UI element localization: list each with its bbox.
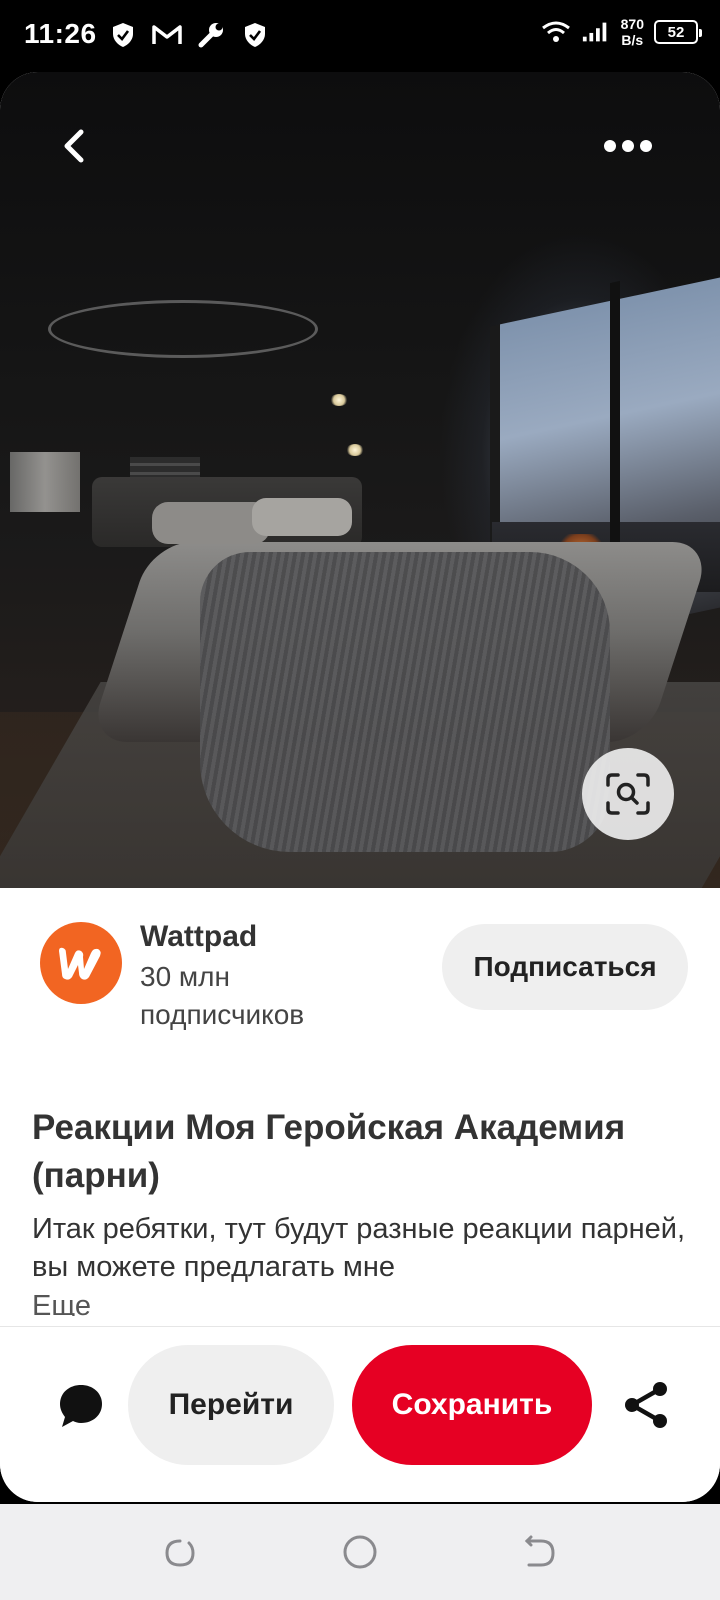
back-button[interactable]: [44, 116, 104, 176]
wifi-icon: [541, 17, 571, 47]
wrench-icon: [196, 20, 226, 50]
pin-title: Реакции Моя Геройская Академия (парни): [32, 1108, 626, 1195]
net-speed-unit: B/s: [621, 32, 644, 48]
pin-description: Итак ребятки, тут будут разные реакции п…: [32, 1213, 686, 1283]
save-button[interactable]: Сохранить: [352, 1345, 592, 1465]
battery-level: 52: [667, 23, 685, 41]
home-icon: [343, 1535, 377, 1569]
comment-button[interactable]: [54, 1379, 108, 1433]
creator-row: Wattpad 30 млн подписчиков Подписаться: [0, 888, 720, 1058]
back-chevron-icon: [64, 129, 84, 163]
comment-bubble-icon: [60, 1385, 102, 1427]
more-options-button[interactable]: [598, 116, 658, 176]
network-speed: 870 B/s: [621, 16, 644, 48]
wattpad-logo-icon: [59, 947, 101, 980]
more-dots-icon: [604, 140, 652, 152]
back-nav-button[interactable]: [520, 1532, 560, 1572]
gmail-icon: [152, 20, 182, 50]
status-bar: 11:26 870 B/s 52: [0, 0, 720, 72]
net-speed-value: 870: [620, 16, 644, 32]
visual-search-icon: [606, 773, 650, 815]
show-more-link[interactable]: Еще: [32, 1282, 91, 1316]
system-nav-bar: [0, 1504, 720, 1600]
visit-button[interactable]: Перейти: [128, 1345, 334, 1465]
signal-icon: [581, 17, 611, 47]
home-button[interactable]: [340, 1532, 380, 1572]
creator-name[interactable]: Wattpad: [140, 920, 257, 954]
pin-image[interactable]: [0, 72, 720, 888]
action-bar: Перейти Сохранить: [0, 1326, 720, 1502]
shield-icon: [240, 20, 270, 50]
recents-icon: [165, 1539, 195, 1567]
share-button[interactable]: [618, 1377, 674, 1433]
share-icon: [625, 1382, 667, 1428]
visual-search-button[interactable]: [582, 748, 674, 840]
notification-icons: [108, 20, 270, 50]
system-icons: 870 B/s 52: [541, 16, 702, 48]
creator-avatar[interactable]: [40, 922, 122, 1004]
recents-button[interactable]: [160, 1532, 200, 1572]
status-time: 11:26: [24, 18, 97, 49]
creator-followers: 30 млн подписчиков: [140, 961, 305, 1030]
follow-button[interactable]: Подписаться: [442, 924, 688, 1010]
shield-icon: [108, 20, 138, 50]
pin-card: Wattpad 30 млн подписчиков Подписаться Р…: [0, 72, 720, 1502]
back-icon: [524, 1535, 555, 1567]
battery-indicator: 52: [654, 20, 702, 44]
